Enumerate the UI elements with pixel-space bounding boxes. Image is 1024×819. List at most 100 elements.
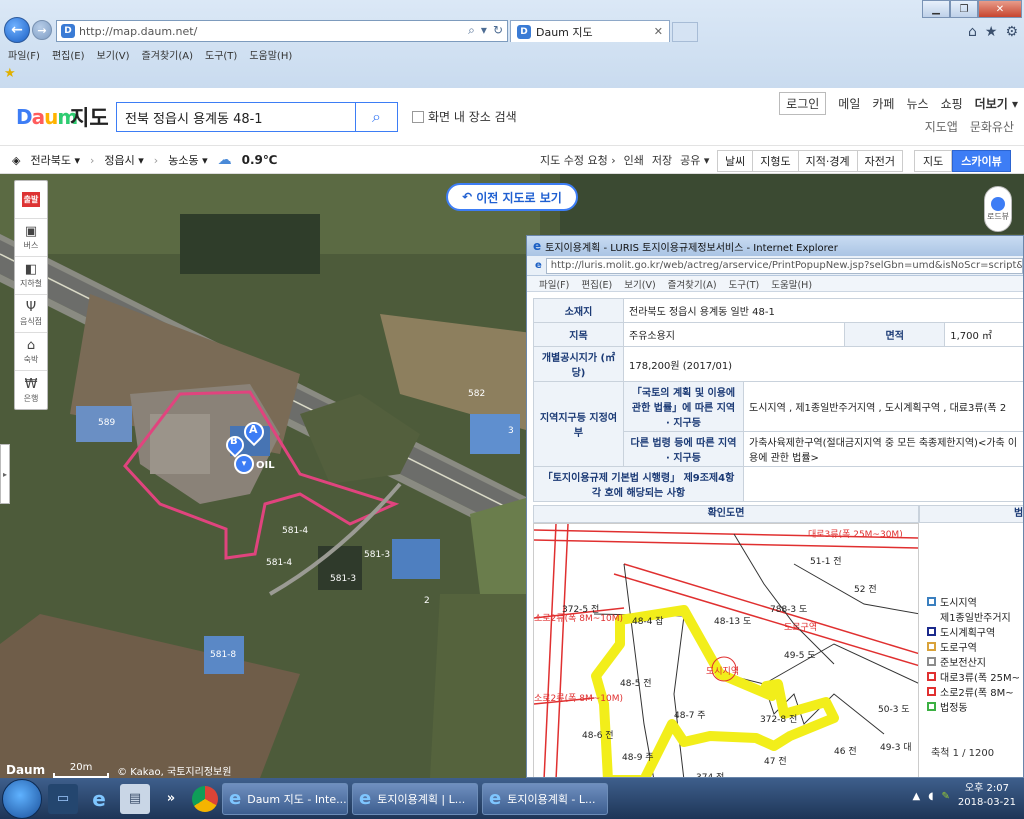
legend-swatch [927,597,936,606]
parcel-label: 2 [424,596,430,606]
category-label: 지목 [533,322,624,347]
menu-edit[interactable]: 편집(E) [52,47,85,62]
cadastral-map[interactable]: 대로3류(폭 25M~30M) 소로2류(폭 8M~10M) 소로2류(폭 8M… [533,523,919,777]
mail-link[interactable]: 메일 [838,95,860,112]
chrome-icon[interactable] [192,785,218,812]
menu-help[interactable]: 도움말(H) [249,47,292,62]
popup-titlebar[interactable]: e 토지이용계획 - LURIS 토지이용규제정보서비스 - Internet … [527,236,1023,256]
map-edit-request[interactable]: 지도 수정 요청 › [540,152,616,168]
menu-favorites[interactable]: 즐겨찾기(A) [142,47,193,62]
bus-button[interactable]: ▣ 버스 [15,219,47,257]
menu-edit[interactable]: 편집(E) [581,277,612,291]
tab-weather[interactable]: 날씨 [717,150,754,172]
popup-url[interactable]: http://luris.molit.go.kr/web/actreg/arse… [545,257,1023,274]
parcel-label: 589 [98,418,116,428]
subway-button[interactable]: ◧ 지하철 [15,257,47,295]
menu-tools[interactable]: 도구(T) [205,47,237,62]
save-button[interactable]: 저장 [652,152,672,168]
new-tab-button[interactable] [672,22,698,42]
previous-map-button[interactable]: ↶ 이전 지도로 보기 [446,183,578,211]
maximize-button[interactable]: ❐ [950,0,978,18]
tab-terrain[interactable]: 지형도 [752,150,799,172]
tab-cadastral[interactable]: 지적·경계 [797,150,858,172]
menu-view[interactable]: 보기(V) [97,47,130,62]
tab-daum-map[interactable]: D Daum 지도 ✕ [510,20,670,42]
lodging-button[interactable]: ⌂ 숙박 [15,333,47,371]
legend-swatch [927,687,936,696]
area-search-checkbox[interactable]: 화면 내 장소 검색 [412,108,517,125]
taskbar-app-luris-2[interactable]: e 토지이용계획 - L... [482,782,608,815]
dropdown-icon[interactable]: ▾ [481,23,487,38]
refresh-icon[interactable]: ↻ [493,23,503,38]
parcel-label: 49-5 도 [784,651,816,661]
close-tab-icon[interactable]: ✕ [654,25,663,38]
more-link[interactable]: 더보기 ▾ [975,95,1018,112]
tab-skyview[interactable]: 스카이뷰 [952,150,1011,172]
forward-button[interactable]: → [32,20,52,40]
breadcrumb-dong[interactable]: 농소동 ▾ [168,152,207,168]
menu-help[interactable]: 도움말(H) [771,277,812,291]
news-link[interactable]: 뉴스 [906,95,928,112]
popup-address-bar[interactable]: e http://luris.molit.go.kr/web/actreg/ar… [527,256,1023,276]
left-panel-toggle[interactable]: ▸ [0,444,10,504]
add-favorite-star-icon[interactable]: ★ [4,66,16,81]
cultural-heritage-link[interactable]: 문화유산 [970,118,1014,135]
map-pin-icon[interactable]: ▾ [234,454,254,474]
tab-bicycle[interactable]: 자전거 [856,150,903,172]
clock[interactable]: 오후 2:07 2018-03-21 [958,782,1016,810]
share-button[interactable]: 공유 ▾ [680,152,709,168]
price-label: 개별공시지가 (㎡당) [533,346,624,382]
browser-menu-bar: 파일(F) 편집(E) 보기(V) 즐겨찾기(A) 도구(T) 도움말(H) [0,45,1024,63]
legend-header: 범 [919,505,1023,523]
ie-icon[interactable]: e [84,784,114,814]
legend-swatch [927,702,936,711]
menu-tools[interactable]: 도구(T) [729,277,760,291]
address-bar[interactable]: D http://map.daum.net/ ⌕ ▾ ↻ [56,20,508,42]
checkbox[interactable] [412,110,424,123]
breadcrumb-province[interactable]: 전라북도 ▾ [30,152,80,168]
search-input[interactable]: 전북 정읍시 용계동 48-1 [116,102,356,132]
breadcrumb-city[interactable]: 정읍시 ▾ [104,152,143,168]
luris-popup-window[interactable]: e 토지이용계획 - LURIS 토지이용규제정보서비스 - Internet … [526,235,1024,778]
close-window-button[interactable]: ✕ [978,0,1022,18]
parcel-label: 48-7 주 [674,711,706,721]
restaurant-button[interactable]: Ψ 음식점 [15,295,47,333]
parcel-label: 47 전 [764,757,787,767]
menu-view[interactable]: 보기(V) [624,277,655,291]
tab-map-view[interactable]: 지도 [914,150,953,172]
desktop-icon[interactable]: ▭ [48,783,78,814]
taskbar-app-daum-map[interactable]: e Daum 지도 - Inte... [222,782,348,815]
legend-swatch [927,672,936,681]
parcel-label: 581-3 [364,550,391,560]
search-icon[interactable]: ⌕ [468,23,475,38]
cafe-link[interactable]: 카페 [872,95,894,112]
roadview-button[interactable]: 로드뷰 [984,186,1012,232]
menu-file[interactable]: 파일(F) [8,47,40,62]
menu-file[interactable]: 파일(F) [539,277,569,291]
bank-button[interactable]: ₩ 은행 [15,371,47,409]
print-button[interactable]: 인쇄 [624,152,644,168]
start-button[interactable] [2,778,42,819]
daum-logo[interactable]: Daum [16,105,78,129]
map-title[interactable]: 지도 [70,102,109,132]
explorer-icon[interactable]: ▤ [120,783,150,814]
overflow-icon[interactable]: » [156,784,186,814]
volume-icon[interactable]: ◖ [928,791,933,802]
parcel-label: 581-8 [210,650,237,660]
login-button[interactable]: 로그인 [779,92,827,115]
tray-expand-icon[interactable]: ▲ [913,791,921,802]
zone-label: 지역지구등 지정여부 [533,381,624,467]
favorites-icon[interactable]: ★ [985,24,998,40]
minimize-button[interactable]: ▁ [922,0,950,18]
back-button[interactable]: ← [4,17,30,43]
map-app-link[interactable]: 지도앱 [925,118,958,135]
search-button[interactable]: ⌕ [356,102,398,132]
departure-button[interactable]: 출발 [15,181,47,219]
settings-gear-icon[interactable]: ⚙ [1005,24,1018,40]
menu-favorites[interactable]: 즐겨찾기(A) [668,277,717,291]
pen-icon[interactable]: ✎ [941,791,949,802]
taskbar-app-luris-1[interactable]: e 토지이용계획 | L... [352,782,478,815]
home-icon[interactable]: ⌂ [968,24,977,40]
parcel-label: 581-4 [266,558,293,568]
shopping-link[interactable]: 쇼핑 [941,95,963,112]
